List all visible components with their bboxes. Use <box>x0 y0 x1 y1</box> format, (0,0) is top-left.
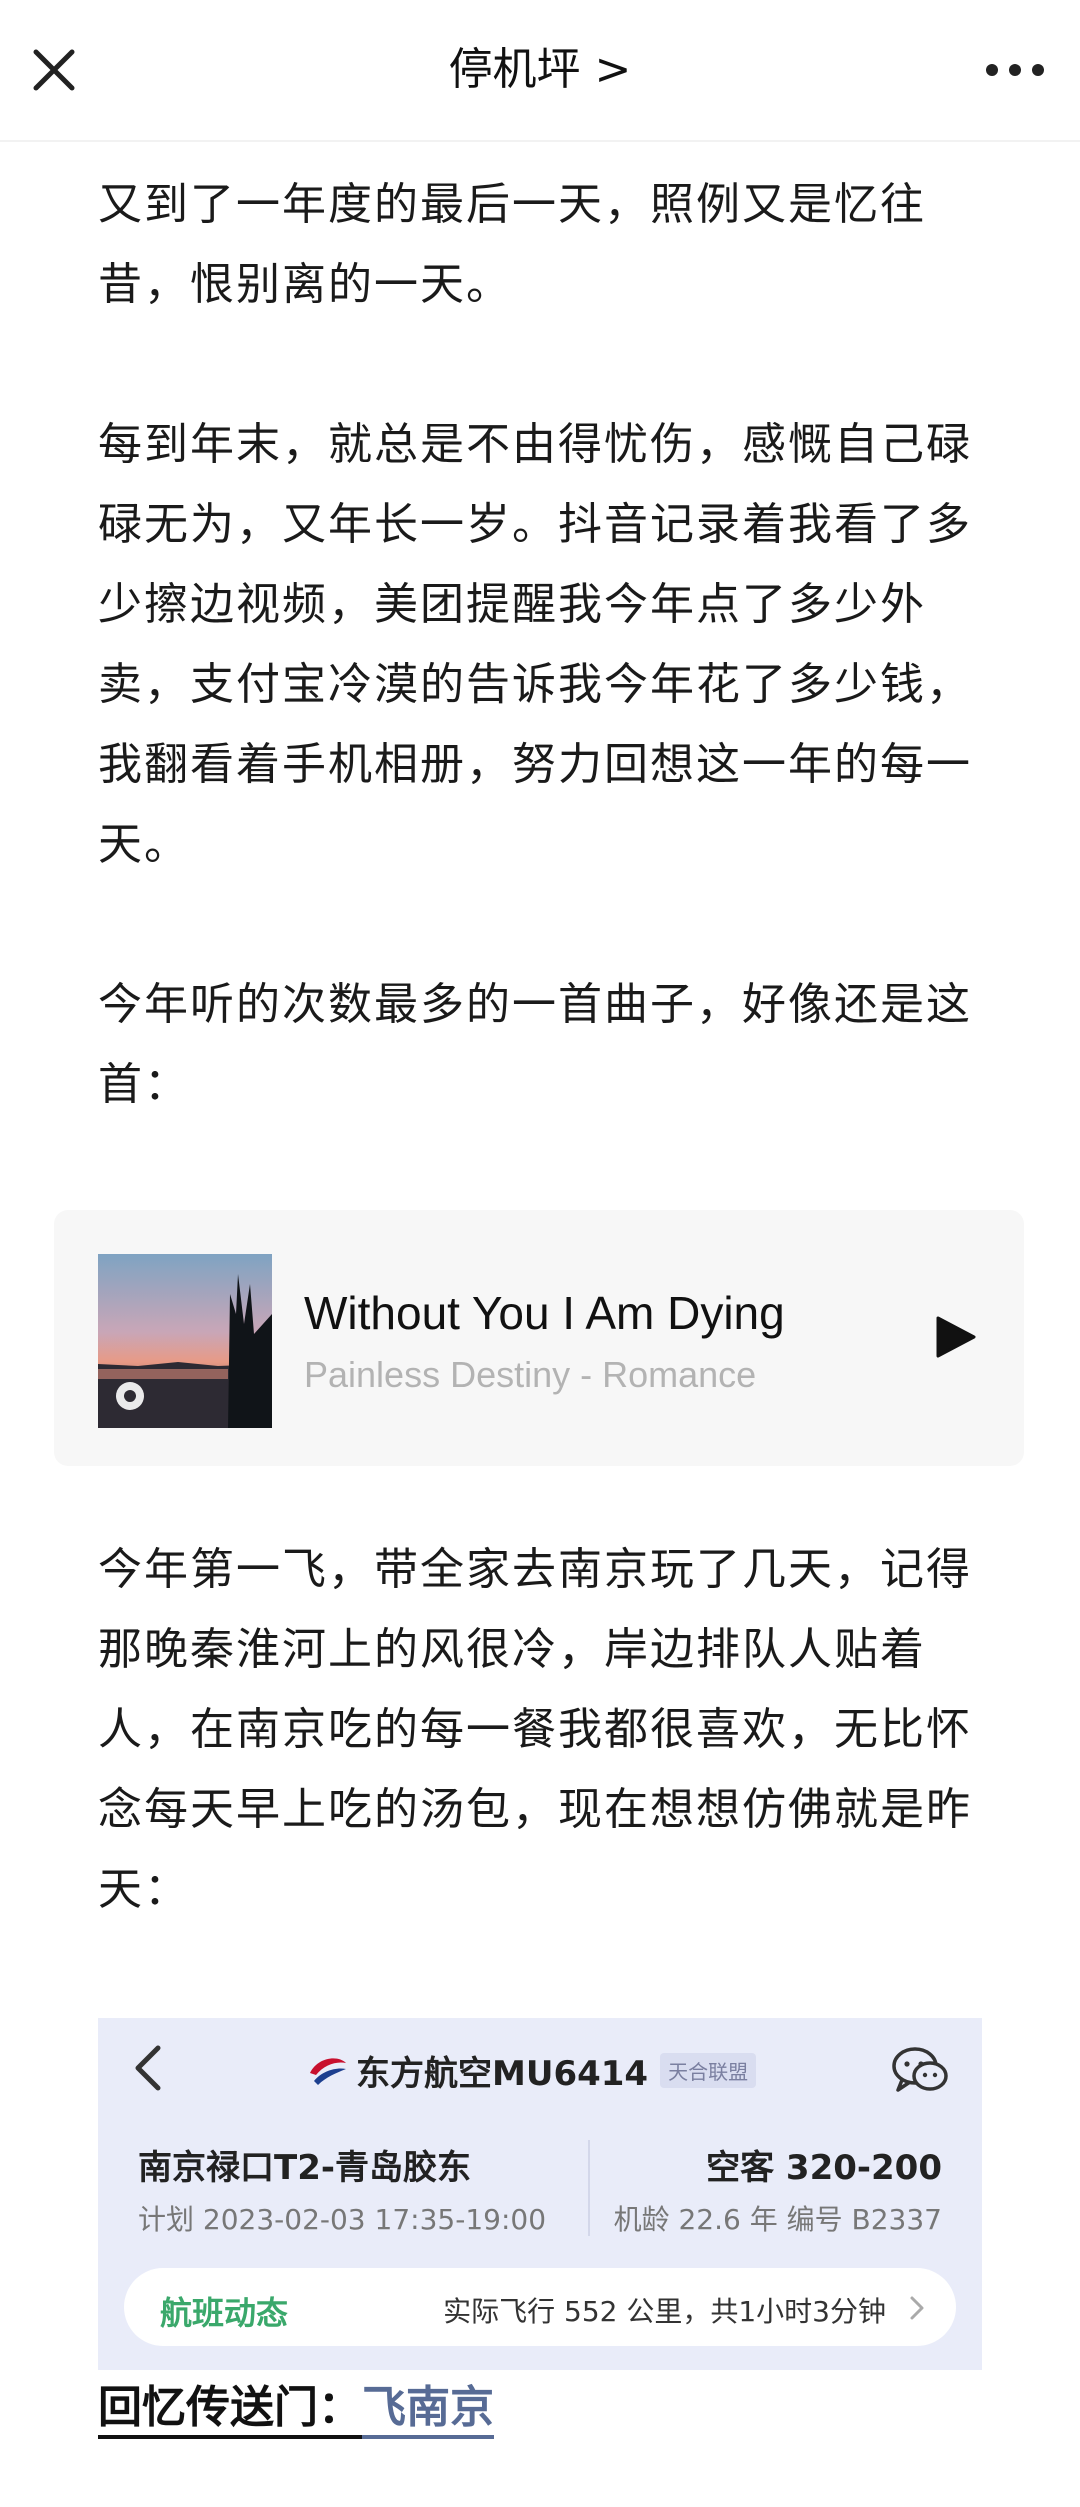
article-paragraph-3: 今年听的次数最多的一首曲子，好像还是这首： <box>98 979 972 1110</box>
music-card[interactable]: Without You I Am Dying Painless Destiny … <box>54 1210 1024 1466</box>
article-paragraph-1: 又到了一年度的最后一天，照例又是忆往昔，恨别离的一天。 <box>98 179 926 310</box>
flight-dynamic-label: 航班动态 <box>160 2294 289 2332</box>
back-arrow-icon[interactable] <box>128 2038 168 2098</box>
divider <box>588 2140 590 2236</box>
portal-link[interactable]: 飞南京 <box>362 2382 494 2439</box>
account-name-link[interactable]: 停机坪 > <box>0 38 1080 102</box>
article-paragraph-2: 每到年末，就总是不由得忧伤，感慨自己碌碌无为，又年长一岁。抖音记录着我看了多少擦… <box>98 419 972 870</box>
wechat-icon[interactable] <box>890 2042 952 2098</box>
alliance-badge: 天合联盟 <box>660 2052 757 2088</box>
flight-schedule: 计划 2023-02-03 17:35-19:00 <box>138 2203 547 2236</box>
album-cover <box>98 1254 272 1428</box>
top-navigation-bar: 停机坪 > <box>0 0 1080 142</box>
more-icon[interactable] <box>980 44 1050 96</box>
flight-distance-info: 实际飞行 552 公里，共1小时3分钟 <box>443 2295 886 2328</box>
portal-label: 回忆传送门： <box>98 2382 362 2439</box>
airline-logo-icon <box>310 2058 346 2085</box>
aircraft-model: 空客 320-200 <box>706 2148 942 2188</box>
aircraft-age: 机龄 22.6 年 编号 B2337 <box>613 2203 942 2236</box>
flight-dynamic-bar[interactable]: 航班动态 实际飞行 552 公里，共1小时3分钟 <box>124 2268 956 2346</box>
song-artist: Painless Destiny - Romance <box>304 1354 757 1395</box>
chevron-right-icon <box>910 2296 924 2320</box>
flight-number: 东方航空MU6414 <box>356 2053 649 2094</box>
flight-route: 南京禄口T2-青岛胶东 <box>138 2148 471 2188</box>
airline-header: 东方航空MU6414 天合联盟 <box>308 2042 757 2098</box>
article-paragraph-4: 今年第一飞，带全家去南京玩了几天，记得那晚秦淮河上的风很冷，岸边排队人贴着人，在… <box>98 1544 972 1915</box>
flight-info-card: 东方航空MU6414 天合联盟 南京禄口T2-青岛胶东 计划 2023-02-0… <box>98 2018 982 2370</box>
play-icon[interactable] <box>934 1314 978 1360</box>
memory-portal: 回忆传送门：飞南京 <box>98 2376 494 2440</box>
song-title: Without You I Am Dying <box>304 1287 785 1339</box>
